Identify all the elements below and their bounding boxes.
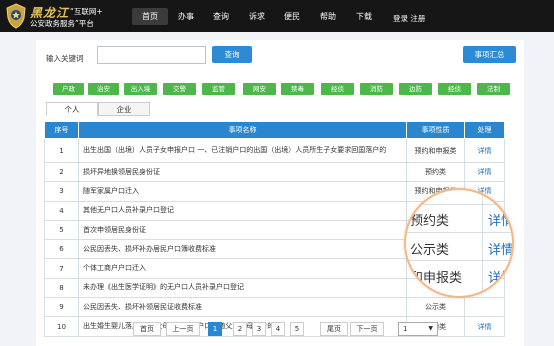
- top-navigation-bar: 黑龙江 “互联网+ 公安政务服务”平台 首页 办事 查询 诉求 便民 帮助 下载…: [0, 0, 554, 32]
- pager-first[interactable]: 首页: [133, 322, 161, 336]
- magnifier-row: 预约类 详情: [406, 204, 512, 232]
- pager-page-1[interactable]: 1: [208, 322, 222, 336]
- row-type: 预约和申报类: [406, 138, 465, 163]
- category-jindu[interactable]: 禁毒: [281, 83, 314, 95]
- zoom-magnifier: 预约类 详情 公示类 详情 和申报类 详情: [404, 188, 514, 298]
- category-jingzhen[interactable]: 经侦: [321, 83, 354, 95]
- pager-page-2[interactable]: 2: [233, 322, 247, 336]
- tab-enterprise[interactable]: 企业: [98, 102, 150, 116]
- category-churujing[interactable]: 出入境: [124, 83, 157, 95]
- table-row: 9 公民因丢失、损坏补领居民证收费标准 公示类: [44, 297, 505, 318]
- magnifier-row: 和申报类 详情: [406, 260, 512, 288]
- row-name[interactable]: 首次申领居民身份证: [78, 219, 407, 241]
- magnifier-details-link[interactable]: 详情: [488, 239, 512, 258]
- row-number: 5: [44, 219, 79, 241]
- category-jingzhen-2[interactable]: 经侦: [438, 83, 471, 95]
- page-select[interactable]: 1 ▼: [398, 322, 438, 336]
- row-type: 预约类: [406, 161, 465, 183]
- keyword-input[interactable]: [97, 46, 206, 64]
- details-link[interactable]: [464, 297, 505, 318]
- row-number: 9: [44, 297, 79, 318]
- pager-next[interactable]: 下一页: [350, 322, 384, 336]
- row-number: 7: [44, 258, 79, 279]
- pager-page-4[interactable]: 4: [271, 322, 285, 336]
- category-fazhi[interactable]: 法制: [477, 83, 510, 95]
- pager-last[interactable]: 尾页: [320, 322, 348, 336]
- details-link[interactable]: 详情: [464, 161, 505, 183]
- category-wangan[interactable]: 网安: [243, 83, 276, 95]
- magnifier-type: 预约类: [410, 214, 450, 229]
- nav-convenience[interactable]: 便民: [276, 8, 308, 25]
- table-row: 2 损坏异地换领居民身份证 预约类 详情: [44, 161, 505, 183]
- magnifier-details-link[interactable]: 详情: [488, 210, 512, 229]
- row-number: 1: [44, 138, 79, 163]
- category-jiaojing[interactable]: 交警: [163, 83, 196, 95]
- column-header-name: 事项名称: [78, 121, 407, 139]
- column-header-action: 处理: [464, 121, 505, 139]
- nav-download[interactable]: 下载: [348, 8, 380, 25]
- keyword-label: 输入关键词: [46, 54, 84, 63]
- category-bianfang[interactable]: 边防: [399, 83, 432, 95]
- pager-page-5[interactable]: 5: [290, 322, 304, 336]
- row-name[interactable]: 出生出国（出境）人员子女申报户口 一、已注销户口的出国（出境）人员所生子女要求回…: [78, 138, 407, 163]
- brand-subtitle: 公安政务服务”平台: [30, 19, 94, 28]
- row-name[interactable]: 随军家属户口迁入: [78, 181, 407, 202]
- row-name[interactable]: 未办理《出生医学证明》的无户口人员补录户口登记: [78, 277, 407, 299]
- page-select-value: 1: [403, 325, 408, 333]
- brand-tag: “互联网+: [70, 7, 103, 16]
- nav-appeal[interactable]: 诉求: [241, 8, 273, 25]
- row-name[interactable]: 公民因丢失、损坏补领居民证收费标准: [78, 297, 407, 318]
- row-name[interactable]: 其他无户口人员补录户口登记: [78, 200, 407, 221]
- pager-prev[interactable]: 上一页: [166, 322, 200, 336]
- magnifier-details-link[interactable]: 详情: [488, 267, 512, 286]
- nav-service[interactable]: 办事: [170, 8, 202, 25]
- category-zhian[interactable]: 治安: [88, 83, 119, 95]
- pager-page-3[interactable]: 3: [252, 322, 266, 336]
- magnifier-type: 公示类: [410, 243, 450, 258]
- category-jianguan[interactable]: 监管: [202, 83, 235, 95]
- row-number: 6: [44, 239, 79, 260]
- row-name[interactable]: 个体工商户户口迁入: [78, 258, 407, 279]
- table-header-row: 序号 事项名称 事项性质 处理: [44, 121, 505, 139]
- table-row: 1 出生出国（出境）人员子女申报户口 一、已注销户口的出国（出境）人员所生子女要…: [44, 138, 505, 163]
- summary-button[interactable]: 事项汇总: [463, 46, 516, 63]
- row-type: 公示类: [406, 297, 465, 318]
- search-button[interactable]: 查询: [212, 46, 252, 63]
- details-link[interactable]: 详情: [464, 316, 505, 337]
- magnifier-row: 公示类 详情: [406, 232, 512, 260]
- column-header-number: 序号: [44, 121, 79, 139]
- nav-home[interactable]: 首页: [132, 8, 168, 25]
- row-number: 3: [44, 181, 79, 202]
- tab-personal[interactable]: 个人: [46, 102, 98, 116]
- details-link[interactable]: 详情: [464, 138, 505, 163]
- row-name[interactable]: 损坏异地换领居民身份证: [78, 161, 407, 183]
- nav-query[interactable]: 查询: [205, 8, 237, 25]
- row-number: 10: [44, 316, 79, 337]
- row-number: 4: [44, 200, 79, 221]
- login-register-link[interactable]: 登录 注册: [393, 13, 425, 24]
- police-badge-icon: [6, 3, 26, 29]
- category-xiaofang[interactable]: 消防: [360, 83, 393, 95]
- category-huzheng[interactable]: 户政: [53, 83, 84, 95]
- row-number: 8: [44, 277, 79, 299]
- column-header-type: 事项性质: [406, 121, 465, 139]
- nav-help[interactable]: 帮助: [312, 8, 344, 25]
- chevron-down-icon: ▼: [428, 325, 433, 332]
- row-name[interactable]: 公民因丢失、损坏补办居民户口簿收费标准: [78, 239, 407, 260]
- magnifier-type: 和申报类: [410, 271, 463, 286]
- row-number: 2: [44, 161, 79, 183]
